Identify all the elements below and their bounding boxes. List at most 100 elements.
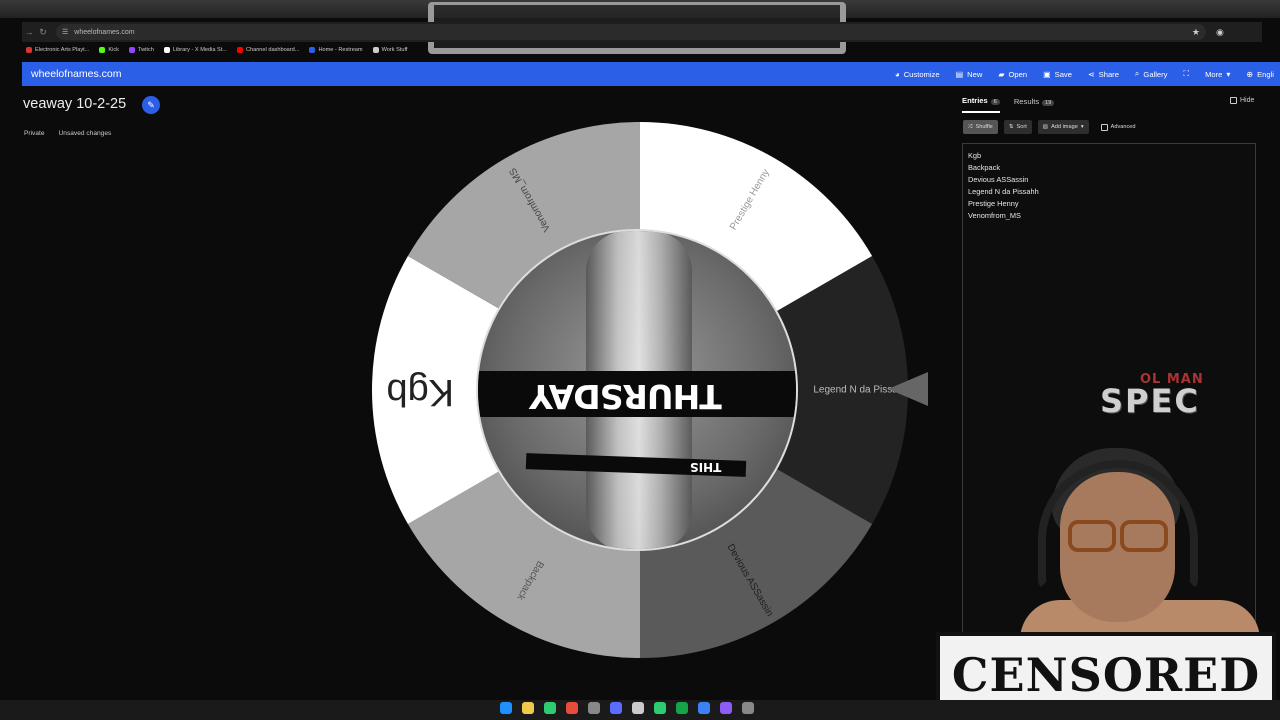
bookmark-item[interactable]: Library - X Media St...	[163, 47, 227, 53]
site-logo[interactable]: wheelofnames.com	[31, 68, 121, 80]
address-bar[interactable]: ☰ wheelofnames.com ★	[56, 24, 1206, 40]
open-label: Open	[1008, 69, 1028, 79]
bookmark-icon	[309, 47, 316, 53]
language-label: Engli	[1257, 69, 1274, 79]
bookmark-label: Home - Restream	[318, 47, 363, 53]
tab-entries-label: Entries	[962, 96, 988, 105]
folder-icon: ▰	[998, 69, 1005, 79]
share-button[interactable]: ⋖ Share	[1088, 70, 1119, 79]
new-label: New	[967, 69, 983, 79]
censored-text: CENSORED	[951, 648, 1261, 702]
bookmarks-bar: Electronic Arts Playt... Kick Twitch Librar…	[26, 43, 408, 57]
palette-icon: ◕	[894, 69, 900, 79]
sort-button[interactable]: ⇅ Sort	[1003, 120, 1032, 134]
bookmark-item[interactable]: Channel dashboard...	[236, 47, 300, 53]
tab-entries[interactable]: Entries 6	[962, 96, 1000, 113]
bookmark-icon	[128, 47, 135, 53]
toolbar: ◕ Customize ▤ New ▰ Open ▣ Save ⋖ Share ⌕ Gall…	[895, 69, 1280, 79]
webcam-overlay	[1020, 440, 1260, 660]
more-button[interactable]: More ▾	[1205, 70, 1230, 79]
shuffle-icon: ⤮	[968, 123, 973, 130]
center-image-small-text: THIS	[690, 460, 722, 474]
entry-line: Backpack	[968, 163, 1001, 172]
wheel-center-image[interactable]: THURSDAY THIS	[476, 229, 798, 551]
advanced-label: Advanced	[1110, 124, 1136, 130]
bookmark-label: Kick	[108, 47, 119, 53]
customize-button[interactable]: ◕ Customize	[895, 70, 940, 79]
entry-line: Kgb	[968, 151, 982, 160]
taskbar-app-icon[interactable]	[742, 702, 754, 714]
taskbar-icons	[500, 702, 754, 714]
taskbar-app-icon[interactable]	[676, 702, 688, 714]
visibility-label[interactable]: Private	[24, 130, 45, 137]
add-image-button[interactable]: ▨ Add image ▾	[1037, 120, 1089, 134]
bookmark-label: Work Stuff	[381, 47, 408, 53]
wheel-status-row: Private Unsaved changes	[24, 130, 111, 137]
entry-line: Legend N da Pissahh	[968, 187, 1039, 196]
taskbar-app-icon[interactable]	[654, 702, 666, 714]
entry-line: Devious ASSassin	[968, 175, 1029, 184]
bookmark-item[interactable]: Work Stuff	[372, 47, 408, 53]
bookmark-icon	[26, 47, 32, 53]
fullscreen-icon: ⛶	[1183, 69, 1190, 78]
shuffle-button[interactable]: ⤮ Shuffle	[963, 120, 998, 134]
hide-checkbox[interactable]: Hide	[1230, 97, 1254, 104]
tab-results[interactable]: Results 19	[1013, 97, 1055, 112]
taskbar-app-icon[interactable]	[566, 702, 578, 714]
profile-icon[interactable]: ◉	[1216, 27, 1224, 38]
taskbar-app-icon[interactable]	[632, 702, 644, 714]
wheel-pointer	[888, 372, 928, 406]
entry-line: Prestige Henny	[968, 199, 1019, 208]
reload-icon[interactable]: ↻	[36, 27, 50, 38]
entries-count-badge: 6	[990, 99, 1000, 105]
save-icon: ▣	[1043, 69, 1051, 79]
new-button[interactable]: ▤ New	[956, 70, 983, 79]
bookmark-item[interactable]: Electronic Arts Playt...	[26, 47, 89, 53]
advanced-checkbox[interactable]: Advanced	[1100, 123, 1136, 131]
edit-title-button[interactable]: ✎	[142, 96, 160, 114]
save-button[interactable]: ▣ Save	[1043, 70, 1072, 79]
taskbar-app-icon[interactable]	[720, 702, 732, 714]
open-button[interactable]: ▰ Open	[998, 70, 1027, 79]
taskbar-app-icon[interactable]	[544, 702, 556, 714]
share-icon: ⋖	[1087, 69, 1095, 79]
bookmark-label: Channel dashboard...	[245, 47, 300, 53]
gallery-button[interactable]: ⌕ Gallery	[1135, 69, 1168, 79]
hide-label: Hide	[1240, 97, 1255, 104]
bookmark-icon	[236, 47, 243, 53]
taskbar-app-icon[interactable]	[588, 702, 600, 714]
taskbar-app-icon[interactable]	[500, 702, 512, 714]
tab-results-label: Results	[1013, 97, 1040, 106]
taskbar-app-icon[interactable]	[522, 702, 534, 714]
forward-icon[interactable]: →	[22, 27, 36, 37]
new-file-icon: ▤	[955, 69, 964, 79]
sort-icon: ⇅	[1008, 124, 1014, 130]
entry-toolbar: ⤮ Shuffle ⇅ Sort ▨ Add image ▾ Advanced	[963, 120, 1136, 134]
bookmark-item[interactable]: Kick	[99, 47, 119, 53]
panel-tabs: Entries 6 Results 19	[962, 96, 1055, 113]
save-label: Save	[1054, 69, 1072, 79]
checkbox-icon	[1100, 123, 1108, 131]
unsaved-changes-label: Unsaved changes	[58, 130, 112, 137]
language-button[interactable]: ⊕ Engli	[1246, 70, 1274, 79]
taskbar-app-icon[interactable]	[610, 702, 622, 714]
wheel-segment-label: Kgb	[386, 371, 454, 413]
taskbar-app-icon[interactable]	[698, 702, 710, 714]
more-label: More	[1205, 69, 1223, 79]
bookmark-item[interactable]: Home - Restream	[309, 47, 363, 53]
site-info-icon[interactable]: ☰	[62, 28, 68, 36]
sort-label: Sort	[1016, 124, 1027, 130]
fullscreen-button[interactable]: ⛶	[1183, 69, 1189, 79]
bookmark-star-icon[interactable]: ★	[1192, 27, 1200, 38]
shuffle-label: Shuffle	[975, 124, 993, 130]
pencil-icon: ✎	[147, 99, 155, 110]
bookmark-icon	[372, 47, 379, 53]
results-count-badge: 19	[1042, 100, 1055, 106]
bookmark-item[interactable]: Twitch	[128, 47, 154, 53]
globe-icon: ⊕	[1246, 69, 1254, 79]
chevron-down-icon: ▾	[1226, 69, 1231, 79]
add-image-label: Add image	[1051, 124, 1078, 130]
center-image-text: THURSDAY	[530, 377, 722, 416]
bookmark-label: Library - X Media St...	[172, 47, 227, 53]
image-icon: ▨	[1042, 124, 1049, 130]
